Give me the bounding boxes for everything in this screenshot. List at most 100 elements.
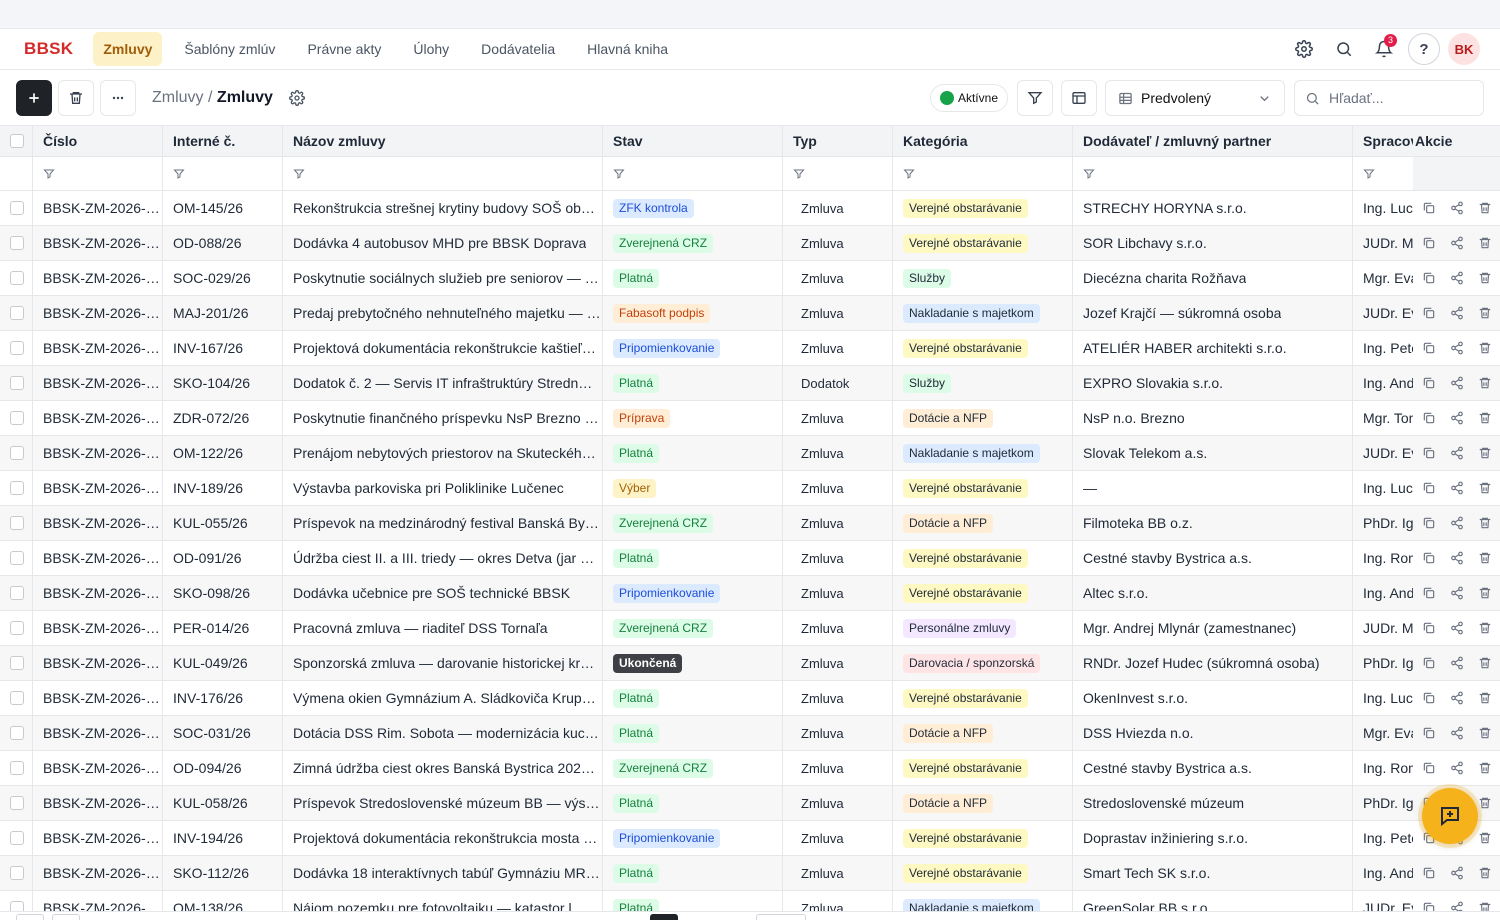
- copy-icon[interactable]: [1415, 376, 1443, 390]
- row-checkbox[interactable]: [10, 481, 24, 495]
- share-icon[interactable]: [1443, 551, 1471, 565]
- breadcrumb-parent[interactable]: Zmluvy: [152, 89, 204, 106]
- bell-icon[interactable]: 3: [1368, 33, 1400, 65]
- row-checkbox[interactable]: [10, 516, 24, 530]
- trash-icon[interactable]: [1471, 621, 1499, 635]
- table-row[interactable]: BBSK-ZM-2026-0133 KUL-055/26 Príspevok na …: [0, 506, 1500, 541]
- share-icon[interactable]: [1443, 271, 1471, 285]
- copy-icon[interactable]: [1415, 341, 1443, 355]
- copy-icon[interactable]: [1415, 446, 1443, 460]
- row-checkbox[interactable]: [10, 656, 24, 670]
- help-button[interactable]: ?: [1408, 33, 1440, 65]
- nav-item-dodavatelia[interactable]: Dodávatelia: [471, 32, 565, 66]
- copy-icon[interactable]: [1415, 516, 1443, 530]
- table-row[interactable]: BBSK-ZM-2026-0125 KUL-058/26 Príspevok Str…: [0, 786, 1500, 821]
- copy-icon[interactable]: [1415, 201, 1443, 215]
- cell-nazov[interactable]: Výstavba parkoviska pri Poliklinike Luče…: [283, 471, 603, 505]
- cell-nazov[interactable]: Rekonštrukcia strešnej krytiny budovy SO…: [283, 191, 603, 225]
- cell-nazov[interactable]: Sponzorská zmluva — darovanie historicke…: [283, 646, 603, 680]
- table-row[interactable]: BBSK-ZM-2026-0129 KUL-049/26 Sponzorská zm…: [0, 646, 1500, 681]
- row-checkbox[interactable]: [10, 621, 24, 635]
- table-row[interactable]: BBSK-ZM-2026-0132 OD-091/26 Údržba ciest I…: [0, 541, 1500, 576]
- row-checkbox[interactable]: [10, 761, 24, 775]
- column-filter-nazov-icon[interactable]: [293, 168, 305, 180]
- user-avatar[interactable]: BK: [1448, 33, 1480, 65]
- table-row[interactable]: BBSK-ZM-2026-0137 SKO-104/26 Dodatok č. 2 …: [0, 366, 1500, 401]
- chat-feedback-button[interactable]: [1422, 788, 1478, 844]
- nav-item-ulohy[interactable]: Úlohy: [403, 32, 459, 66]
- table-row[interactable]: BBSK-ZM-2026-0139 MAJ-201/26 Predaj prebyt…: [0, 296, 1500, 331]
- copy-icon[interactable]: [1415, 691, 1443, 705]
- copy-icon[interactable]: [1415, 621, 1443, 635]
- column-header-spracovatel[interactable]: Spracov: [1353, 126, 1413, 156]
- trash-icon[interactable]: [1471, 376, 1499, 390]
- share-icon[interactable]: [1443, 691, 1471, 705]
- copy-icon[interactable]: [1415, 271, 1443, 285]
- column-header-interne[interactable]: Interné č.: [163, 126, 283, 156]
- cell-nazov[interactable]: Údržba ciest II. a III. triedy — okres D…: [283, 541, 603, 575]
- trash-icon[interactable]: [1471, 411, 1499, 425]
- trash-icon[interactable]: [1471, 866, 1499, 880]
- page-settings-gear-icon[interactable]: [289, 89, 305, 106]
- cell-nazov[interactable]: Poskytnutie finančného príspevku NsP Bre…: [283, 401, 603, 435]
- column-header-dodavatel[interactable]: Dodávateľ / zmluvný partner: [1073, 126, 1353, 156]
- copy-icon[interactable]: [1415, 761, 1443, 775]
- nav-item-pravne-akty[interactable]: Právne akty: [297, 32, 391, 66]
- trash-icon[interactable]: [1471, 586, 1499, 600]
- share-icon[interactable]: [1443, 411, 1471, 425]
- trash-icon[interactable]: [1471, 201, 1499, 215]
- row-checkbox[interactable]: [10, 376, 24, 390]
- column-header-typ[interactable]: Typ: [783, 126, 893, 156]
- trash-icon[interactable]: [1471, 656, 1499, 670]
- nav-item-sablony[interactable]: Šablóny zmlúv: [174, 32, 285, 66]
- cell-nazov[interactable]: Dodávka 4 autobusov MHD pre BBSK Doprava: [283, 226, 603, 260]
- row-checkbox[interactable]: [10, 306, 24, 320]
- delete-button[interactable]: [58, 79, 94, 116]
- nav-item-zmluvy[interactable]: Zmluvy: [93, 32, 163, 66]
- app-logo[interactable]: BBSK: [24, 39, 73, 59]
- nav-item-hlavna-kniha[interactable]: Hlavná kniha: [577, 32, 678, 66]
- pagination-prev-button[interactable]: [52, 914, 80, 920]
- copy-icon[interactable]: [1415, 236, 1443, 250]
- cell-nazov[interactable]: Príspevok Stredoslovenské múzeum BB — vý…: [283, 786, 603, 820]
- column-header-cislo[interactable]: Číslo: [33, 126, 163, 156]
- active-status-pill[interactable]: Aktívne: [929, 84, 1008, 112]
- trash-icon[interactable]: [1471, 831, 1499, 845]
- share-icon[interactable]: [1443, 656, 1471, 670]
- select-all-checkbox[interactable]: [10, 134, 24, 148]
- row-checkbox[interactable]: [10, 551, 24, 565]
- cell-nazov[interactable]: Projektová dokumentácia rekonštrukcia mo…: [283, 821, 603, 855]
- table-row[interactable]: BBSK-ZM-2026-0141 OD-088/26 Dodávka 4 auto…: [0, 226, 1500, 261]
- pagination-page-size[interactable]: [756, 914, 806, 920]
- share-icon[interactable]: [1443, 586, 1471, 600]
- copy-icon[interactable]: [1415, 726, 1443, 740]
- row-checkbox[interactable]: [10, 271, 24, 285]
- row-checkbox[interactable]: [10, 831, 24, 845]
- copy-icon[interactable]: [1415, 866, 1443, 880]
- column-filter-typ-icon[interactable]: [793, 168, 805, 180]
- cell-nazov[interactable]: Dodávka učebnice pre SOŠ technické BBSK: [283, 576, 603, 610]
- share-icon[interactable]: [1443, 761, 1471, 775]
- trash-icon[interactable]: [1471, 761, 1499, 775]
- trash-icon[interactable]: [1471, 691, 1499, 705]
- copy-icon[interactable]: [1415, 586, 1443, 600]
- row-checkbox[interactable]: [10, 691, 24, 705]
- column-header-kategoria[interactable]: Kategória: [893, 126, 1073, 156]
- column-filter-stav-icon[interactable]: [613, 168, 625, 180]
- share-icon[interactable]: [1443, 866, 1471, 880]
- table-row[interactable]: BBSK-ZM-2026-0134 INV-189/26 Výstavba park…: [0, 471, 1500, 506]
- column-filter-spracovatel-icon[interactable]: [1363, 168, 1375, 180]
- cell-nazov[interactable]: Poskytnutie sociálnych služieb pre senio…: [283, 261, 603, 295]
- search-icon[interactable]: [1328, 33, 1360, 65]
- table-row[interactable]: BBSK-ZM-2026-0140 SOC-029/26 Poskytnutie s…: [0, 261, 1500, 296]
- trash-icon[interactable]: [1471, 516, 1499, 530]
- table-row[interactable]: BBSK-ZM-2026-0136 ZDR-072/26 Poskytnutie f…: [0, 401, 1500, 436]
- cell-nazov[interactable]: Predaj prebytočného nehnuteľného majetku…: [283, 296, 603, 330]
- add-contract-button[interactable]: [16, 79, 52, 116]
- column-filter-dodavatel-icon[interactable]: [1083, 168, 1095, 180]
- row-checkbox[interactable]: [10, 446, 24, 460]
- copy-icon[interactable]: [1415, 551, 1443, 565]
- search-input[interactable]: [1329, 90, 1469, 106]
- share-icon[interactable]: [1443, 621, 1471, 635]
- column-filter-kategoria-icon[interactable]: [903, 168, 915, 180]
